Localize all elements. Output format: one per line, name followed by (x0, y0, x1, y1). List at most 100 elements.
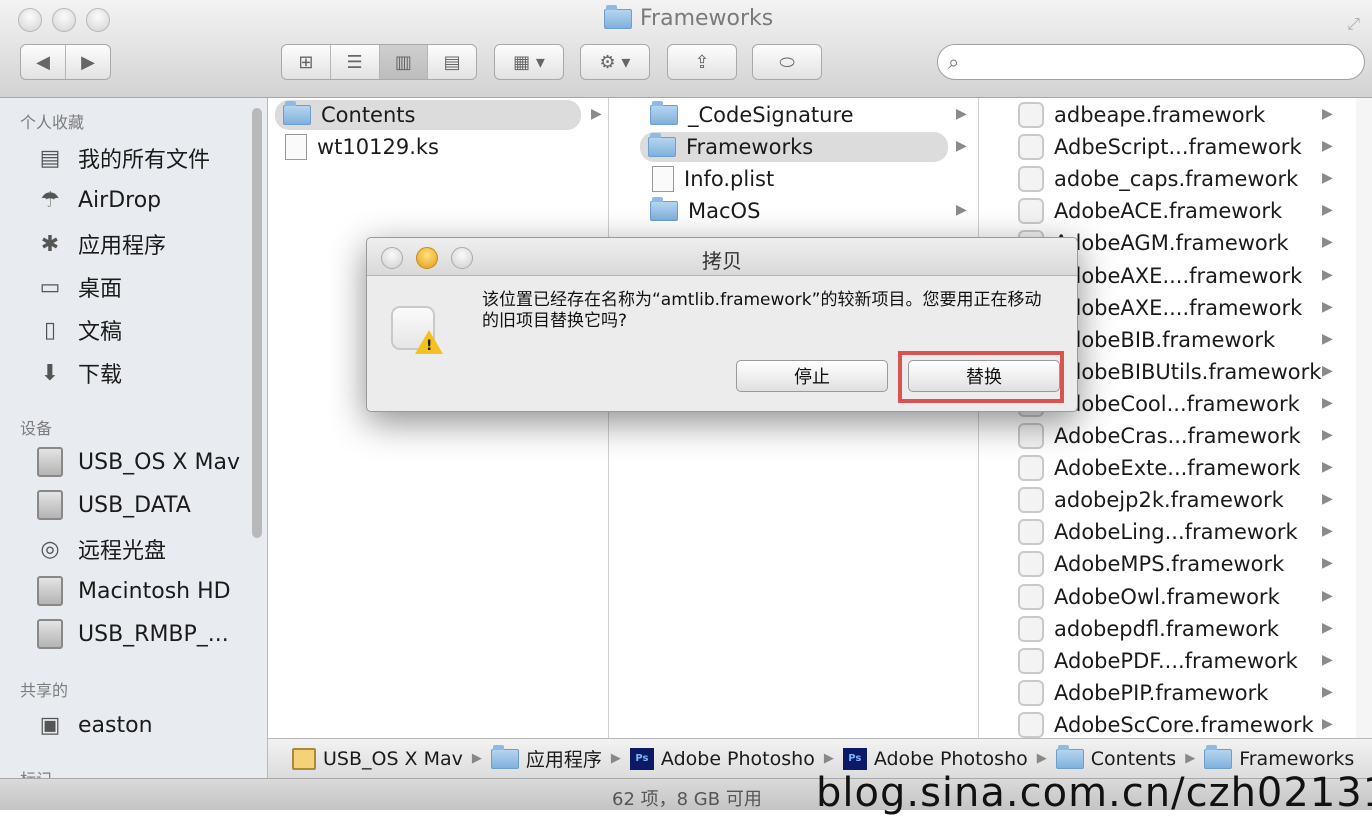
list-item-framework[interactable]: AdobeLing...framework (1010, 517, 1298, 547)
list-item-contents[interactable]: Contents (275, 100, 581, 130)
column-view-icon[interactable]: ▥ (379, 45, 429, 79)
list-item-frameworks[interactable]: Frameworks (640, 132, 948, 162)
list-item-framework[interactable]: AdobeCras...framework (1010, 421, 1301, 451)
back-button[interactable]: ◀ (21, 45, 66, 79)
disclosure-arrow-icon: ▶ (1322, 491, 1333, 508)
fullscreen-icon[interactable]: ⤢ (1347, 14, 1360, 34)
framework-icon (1018, 711, 1044, 738)
sidebar-item-desktop[interactable]: ▭ 桌面 (34, 271, 122, 303)
list-item-framework[interactable]: adobejp2k.framework (1010, 485, 1284, 515)
icon-view-icon[interactable]: ⊞ (282, 45, 331, 79)
sidebar-item-remote-disc[interactable]: ◎ 远程光盘 (34, 533, 166, 565)
arrange-button[interactable]: ▦ ▾ (494, 44, 564, 80)
action-button[interactable]: ⚙ ▾ (580, 44, 650, 80)
sidebar-item-downloads[interactable]: ⬇ 下载 (34, 357, 122, 389)
path-separator-icon: ▶ (823, 751, 834, 766)
framework-icon (1018, 455, 1044, 482)
path-separator-icon: ▶ (471, 751, 482, 766)
path-item-applications[interactable]: 应用程序 (490, 744, 602, 772)
view-mode-control: ⊞ ☰ ▥ ▤ (281, 44, 477, 80)
path-item-frameworks[interactable]: Frameworks (1204, 744, 1354, 770)
sidebar-item-applications[interactable]: ✱ 应用程序 (34, 228, 166, 260)
path-item-photoshop-app[interactable]: Ps Adobe Photosho (842, 747, 1028, 770)
list-item-framework[interactable]: AdobePIP.framework (1010, 678, 1268, 708)
path-separator-icon: ▶ (610, 751, 621, 766)
sidebar-item-airdrop[interactable]: ☂ AirDrop (34, 185, 161, 215)
coverflow-view-icon[interactable]: ▤ (428, 45, 476, 79)
framework-icon (1018, 519, 1044, 546)
path-item-contents[interactable]: Contents (1055, 744, 1176, 770)
close-window-button[interactable] (18, 8, 42, 32)
sidebar-item-documents[interactable]: ▯ 文稿 (34, 314, 122, 346)
item-label: AdobePIP.framework (1054, 680, 1269, 705)
stop-button[interactable]: 停止 (736, 360, 888, 392)
browser-column-3: adbeape.framework ▶ AdbeScript...framework… (1004, 98, 1344, 738)
search-input[interactable] (965, 53, 1364, 71)
path-item-label: Adobe Photosho (660, 747, 815, 770)
column-3-scrollbar[interactable] (1356, 98, 1372, 738)
sidebar-section-devices: 设备 (20, 419, 53, 438)
zoom-window-button[interactable] (86, 8, 110, 32)
list-item-framework[interactable]: AdobePDF....framework (1010, 646, 1298, 676)
list-item-framework[interactable]: AdbeScript...framework (1010, 132, 1302, 162)
list-item-codesignature[interactable]: _CodeSignature (640, 100, 854, 130)
sidebar-item-all-my-files[interactable]: ▤ 我的所有文件 (34, 142, 210, 174)
item-label: AdobeOwl.framework (1054, 584, 1280, 609)
list-item-info-plist[interactable]: Info.plist (640, 164, 774, 194)
list-item-framework[interactable]: adobepdfl.framework (1010, 614, 1279, 644)
item-label: AdobeMPS.framework (1054, 552, 1285, 577)
sidebar-item-label: 应用程序 (78, 234, 167, 259)
arrange-icon: ▦ ▾ (513, 51, 545, 73)
path-item-usb-os-x-mav[interactable]: USB_OS X Mav (292, 747, 463, 770)
disk-icon (34, 447, 66, 477)
folder-icon (650, 101, 678, 125)
sidebar-item-easton[interactable]: ▣ easton (34, 710, 153, 740)
dialog-title-bar: 拷贝 (367, 238, 1077, 276)
item-label: AdobeAGM.framework (1054, 231, 1289, 256)
path-item-photoshop-folder[interactable]: Ps Adobe Photosho (629, 747, 815, 770)
forward-button[interactable]: ▶ (66, 45, 110, 79)
disclosure-arrow-icon: ▶ (1322, 330, 1333, 347)
title-bar: Frameworks ⤢ (0, 0, 1372, 40)
framework-icon (1018, 615, 1044, 642)
sidebar-item-label: 桌面 (78, 277, 123, 302)
list-item-macos[interactable]: MacOS (640, 196, 760, 226)
sidebar-item-usb-rmbp[interactable]: USB_RMBP_... (34, 619, 229, 649)
sidebar-item-macintosh-hd[interactable]: Macintosh HD (34, 576, 231, 606)
search-field[interactable]: ⌕ (937, 44, 1365, 80)
list-item-framework[interactable]: AdobeMPS.framework (1010, 549, 1284, 579)
item-label: _CodeSignature (688, 103, 854, 127)
tags-button[interactable]: ⬭ (752, 44, 822, 80)
list-item-framework[interactable]: adobe_caps.framework (1010, 164, 1298, 194)
list-item-framework[interactable]: adbeape.framework (1010, 100, 1265, 130)
list-item-framework[interactable]: AdobeACE.framework (1010, 196, 1282, 226)
list-item-framework[interactable]: AdobeOwl.framework (1010, 582, 1280, 612)
item-label: AdobeCras...framework (1054, 424, 1301, 448)
sidebar-item-label: USB_OS X Mav (78, 449, 240, 475)
minimize-window-button[interactable] (52, 8, 76, 32)
disc-icon: ◎ (40, 536, 60, 562)
disclosure-arrow-icon: ▶ (1322, 587, 1333, 604)
sidebar-section-tags: 标记 (20, 766, 52, 778)
item-label: adobe_caps.framework (1054, 167, 1299, 192)
sidebar: 个人收藏 ▤ 我的所有文件 ☂ AirDrop ✱ 应用程序 ▭ 桌面 ▯ 文稿 ⬇ 下载 … (0, 98, 268, 778)
disclosure-arrow-icon: ▶ (1322, 555, 1333, 572)
disclosure-arrow-icon: ▶ (1322, 427, 1333, 443)
disk-icon (34, 490, 66, 520)
photoshop-icon: Ps (842, 747, 867, 770)
list-item-ks-file[interactable]: wt10129.ks (275, 132, 439, 162)
browser-column-2: _CodeSignature ▶ Frameworks ▶ Info.plist… (634, 98, 979, 738)
browser-column-1: Contents ▶ wt10129.ks || (269, 98, 609, 738)
framework-icon (1018, 583, 1044, 610)
framework-icon (1018, 102, 1044, 128)
share-button[interactable]: ⇪ (667, 44, 737, 80)
framework-icon (1018, 134, 1044, 161)
disclosure-arrow-icon: ▶ (1322, 138, 1333, 155)
list-view-icon[interactable]: ☰ (331, 45, 380, 79)
list-item-framework[interactable]: AdobeScCore.framework (1010, 710, 1314, 738)
item-label: AdobeScCore.framework (1054, 712, 1314, 737)
list-item-framework[interactable]: AdobeExte...framework (1010, 453, 1300, 483)
sidebar-scrollbar[interactable] (252, 108, 262, 538)
sidebar-item-usb-os-x-mav[interactable]: USB_OS X Mav (34, 447, 240, 477)
sidebar-item-usb-data[interactable]: USB_DATA (34, 490, 191, 520)
